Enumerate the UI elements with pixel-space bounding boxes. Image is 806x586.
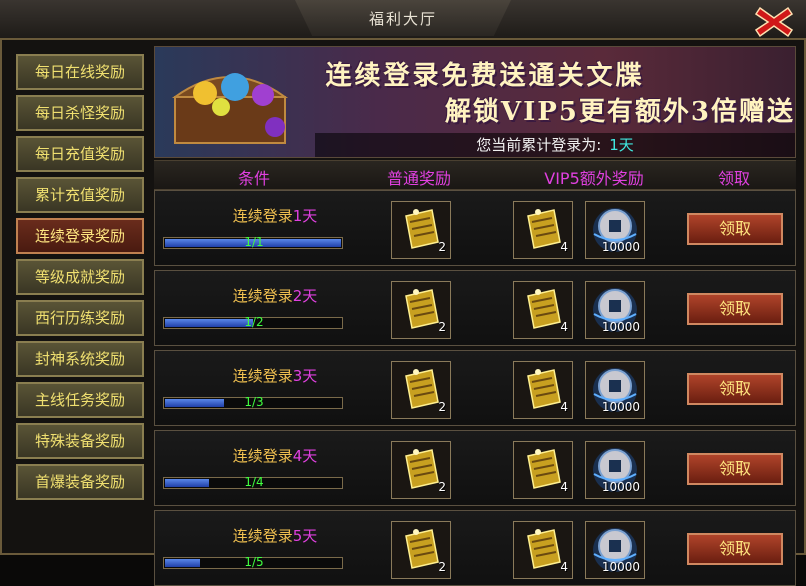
claim-button[interactable]: 领取 bbox=[687, 453, 783, 485]
vip-reward-count: 4 bbox=[560, 240, 568, 254]
progress-text: 1/1 bbox=[244, 235, 264, 249]
sidebar-item-daily-online[interactable]: 每日在线奖励 bbox=[16, 54, 144, 90]
normal-reward-slot[interactable]: 2 bbox=[391, 281, 451, 339]
sidebar-item-westward-trial[interactable]: 西行历练奖励 bbox=[16, 300, 144, 336]
header-condition: 条件 bbox=[237, 169, 270, 188]
vip-gold-count: 10000 bbox=[601, 320, 640, 334]
normal-reward-count: 2 bbox=[438, 400, 446, 414]
vip-reward-slot[interactable]: 4 bbox=[513, 281, 573, 339]
claim-button[interactable]: 领取 bbox=[687, 213, 783, 245]
vip-reward-count: 4 bbox=[560, 480, 568, 494]
table-row: 连续登录5天 1/5 2 4 10000 领取 bbox=[154, 510, 796, 586]
condition-text: 连续登录4天 bbox=[205, 445, 345, 466]
progress-text: 1/2 bbox=[244, 315, 264, 329]
table-row: 连续登录1天 1/1 2 4 10000 领取 bbox=[154, 190, 796, 266]
condition-prefix: 连续登录 bbox=[232, 447, 293, 465]
condition-days: 4天 bbox=[292, 447, 318, 465]
claim-button[interactable]: 领取 bbox=[687, 373, 783, 405]
vip-reward-count: 4 bbox=[560, 560, 568, 574]
normal-reward-slot[interactable]: 2 bbox=[391, 441, 451, 499]
vip-reward-slot[interactable]: 4 bbox=[513, 521, 573, 579]
banner-subheadline: 解锁VIP5更有额外3倍赠送 bbox=[444, 97, 795, 127]
condition-days: 5天 bbox=[292, 527, 318, 545]
login-status: 您当前累计登录为: 1天 bbox=[315, 133, 795, 157]
vip-gold-count: 10000 bbox=[601, 240, 640, 254]
vip-gold-count: 10000 bbox=[601, 560, 640, 574]
condition-prefix: 连续登录 bbox=[232, 287, 293, 305]
treasure-chest-icon bbox=[171, 73, 289, 144]
vip-gold-count: 10000 bbox=[601, 400, 640, 414]
sidebar: 每日在线奖励 每日杀怪奖励 每日充值奖励 累计充值奖励 连续登录奖励 等级成就奖… bbox=[10, 46, 150, 546]
condition-text: 连续登录5天 bbox=[205, 525, 345, 546]
vip-gold-slot[interactable]: 10000 bbox=[585, 201, 645, 259]
condition-prefix: 连续登录 bbox=[232, 527, 293, 545]
progress-bar: 1/1 bbox=[163, 235, 343, 249]
condition-prefix: 连续登录 bbox=[232, 207, 293, 225]
progress-bar: 1/3 bbox=[163, 395, 343, 409]
close-icon[interactable] bbox=[752, 4, 796, 40]
promo-banner: 连续登录免费送通关文牒 解锁VIP5更有额外3倍赠送 您当前累计登录为: 1天 bbox=[154, 46, 796, 158]
header-normal-reward: 普通奖励 bbox=[386, 169, 451, 188]
login-status-label: 您当前累计登录为: bbox=[476, 136, 602, 154]
sidebar-item-fengshen-system[interactable]: 封神系统奖励 bbox=[16, 341, 144, 377]
vip-reward-slot[interactable]: 4 bbox=[513, 441, 573, 499]
condition-text: 连续登录1天 bbox=[205, 205, 345, 226]
claim-button[interactable]: 领取 bbox=[687, 293, 783, 325]
vip-reward-count: 4 bbox=[560, 400, 568, 414]
vip-gold-slot[interactable]: 10000 bbox=[585, 361, 645, 419]
banner-headline: 连续登录免费送通关文牒 bbox=[325, 61, 645, 91]
condition-text: 连续登录2天 bbox=[205, 285, 345, 306]
progress-bar: 1/2 bbox=[163, 315, 343, 329]
vip-reward-count: 4 bbox=[560, 320, 568, 334]
normal-reward-count: 2 bbox=[438, 240, 446, 254]
vip-reward-slot[interactable]: 4 bbox=[513, 201, 573, 259]
sidebar-item-first-drop-equipment[interactable]: 首爆装备奖励 bbox=[16, 464, 144, 500]
progress-text: 1/3 bbox=[244, 395, 264, 409]
sidebar-item-level-achievement[interactable]: 等级成就奖励 bbox=[16, 259, 144, 295]
sidebar-item-daily-kill[interactable]: 每日杀怪奖励 bbox=[16, 95, 144, 131]
login-status-value: 1天 bbox=[609, 136, 634, 154]
header-vip-reward: VIP5额外奖励 bbox=[544, 169, 644, 188]
vip-gold-slot[interactable]: 10000 bbox=[585, 281, 645, 339]
progress-text: 1/5 bbox=[244, 555, 264, 569]
normal-reward-slot[interactable]: 2 bbox=[391, 521, 451, 579]
normal-reward-slot[interactable]: 2 bbox=[391, 361, 451, 419]
table-row: 连续登录3天 1/3 2 4 10000 领取 bbox=[154, 350, 796, 426]
progress-text: 1/4 bbox=[244, 475, 264, 489]
condition-prefix: 连续登录 bbox=[232, 367, 293, 385]
condition-days: 3天 bbox=[292, 367, 318, 385]
claim-button[interactable]: 领取 bbox=[687, 533, 783, 565]
table-row: 连续登录4天 1/4 2 4 10000 领取 bbox=[154, 430, 796, 506]
sidebar-item-consecutive-login[interactable]: 连续登录奖励 bbox=[16, 218, 144, 254]
title-bar: 福利大厅 bbox=[0, 0, 806, 40]
sidebar-item-cumulative-recharge[interactable]: 累计充值奖励 bbox=[16, 177, 144, 213]
sidebar-item-main-quest[interactable]: 主线任务奖励 bbox=[16, 382, 144, 418]
header-claim: 领取 bbox=[717, 169, 750, 188]
vip-reward-slot[interactable]: 4 bbox=[513, 361, 573, 419]
vip-gold-slot[interactable]: 10000 bbox=[585, 441, 645, 499]
sidebar-item-special-equipment[interactable]: 特殊装备奖励 bbox=[16, 423, 144, 459]
condition-days: 1天 bbox=[292, 207, 318, 225]
window-title: 福利大厅 bbox=[368, 10, 437, 28]
normal-reward-slot[interactable]: 2 bbox=[391, 201, 451, 259]
table-row: 连续登录2天 1/2 2 4 10000 领取 bbox=[154, 270, 796, 346]
condition-text: 连续登录3天 bbox=[205, 365, 345, 386]
vip-gold-count: 10000 bbox=[601, 480, 640, 494]
table-header: 条件 普通奖励 VIP5额外奖励 领取 bbox=[154, 160, 796, 190]
normal-reward-count: 2 bbox=[438, 320, 446, 334]
normal-reward-count: 2 bbox=[438, 560, 446, 574]
sidebar-item-daily-recharge[interactable]: 每日充值奖励 bbox=[16, 136, 144, 172]
condition-days: 2天 bbox=[292, 287, 318, 305]
vip-gold-slot[interactable]: 10000 bbox=[585, 521, 645, 579]
normal-reward-count: 2 bbox=[438, 480, 446, 494]
progress-bar: 1/4 bbox=[163, 475, 343, 489]
progress-bar: 1/5 bbox=[163, 555, 343, 569]
